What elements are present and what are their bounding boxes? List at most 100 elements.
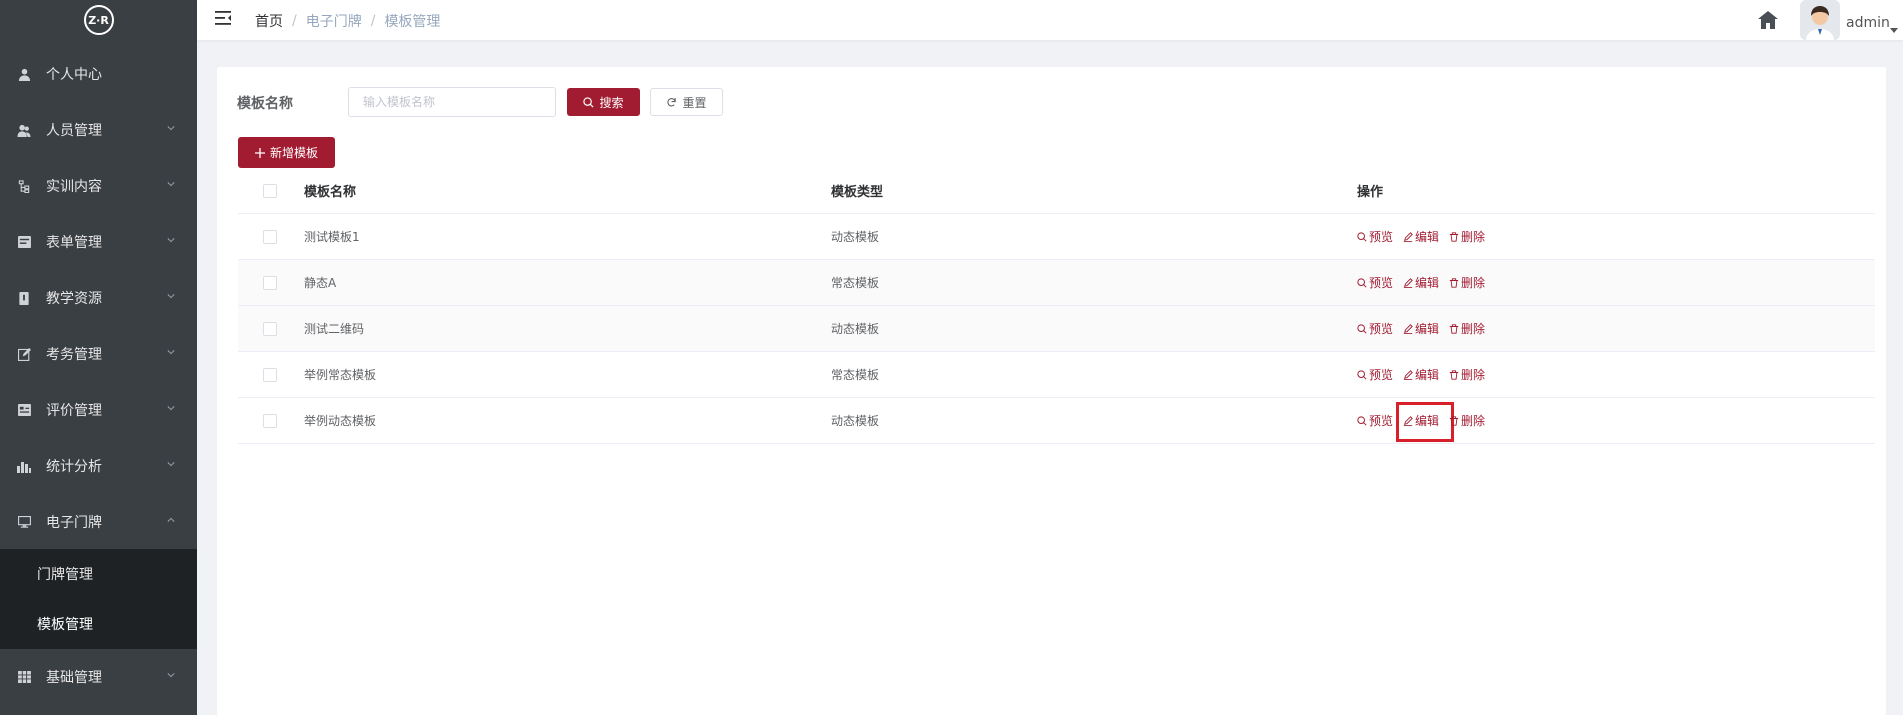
edit-icon xyxy=(1403,231,1413,242)
preview-label: 预览 xyxy=(1369,322,1394,336)
logo-icon: Z·R xyxy=(83,5,114,35)
sidebar-item-resources[interactable]: 教学资源 xyxy=(0,270,197,326)
row-checkbox[interactable] xyxy=(262,275,277,290)
sidebar-item-statistics[interactable]: 统计分析 xyxy=(0,438,197,494)
search-button-label: 搜索 xyxy=(599,95,624,110)
avatar[interactable] xyxy=(1800,0,1840,40)
home-icon[interactable] xyxy=(1757,10,1779,30)
submenu-item-label: 模板管理 xyxy=(37,617,93,633)
preview-label: 预览 xyxy=(1369,414,1394,428)
logo: Z·R xyxy=(0,0,197,40)
trash-icon xyxy=(1449,323,1459,334)
delete-label: 删除 xyxy=(1461,414,1486,428)
user-icon xyxy=(17,67,31,81)
table-row: 举例动态模板 动态模板 预览 编辑 删除 xyxy=(238,398,1875,444)
preview-button[interactable]: 预览 xyxy=(1357,412,1393,429)
sidebar-item-forms[interactable]: 表单管理 xyxy=(0,214,197,270)
reset-button[interactable]: 重置 xyxy=(650,88,723,116)
chevron-down-icon xyxy=(167,294,175,299)
submenu-item-template-management[interactable]: 模板管理 xyxy=(0,599,197,649)
caret-down-icon[interactable] xyxy=(1890,28,1898,33)
sidebar-item-label: 基础管理 xyxy=(46,670,102,686)
sidebar-item-evaluation[interactable]: 评价管理 xyxy=(0,382,197,438)
row-checkbox[interactable] xyxy=(262,367,277,382)
search-icon xyxy=(1357,369,1367,380)
delete-button[interactable]: 删除 xyxy=(1449,228,1485,245)
edit-icon xyxy=(1403,369,1413,380)
delete-button[interactable]: 删除 xyxy=(1449,366,1485,383)
search-icon xyxy=(1357,415,1367,426)
trash-icon xyxy=(1449,415,1459,426)
monitor-icon xyxy=(17,515,31,529)
search-button[interactable]: 搜索 xyxy=(567,88,640,116)
edit-label: 编辑 xyxy=(1415,276,1440,290)
sidebar-item-label: 表单管理 xyxy=(46,235,102,251)
sidebar-item-exams[interactable]: 考务管理 xyxy=(0,326,197,382)
breadcrumb-current: 模板管理 xyxy=(384,14,441,30)
sidebar-item-basic-management[interactable]: 基础管理 xyxy=(0,649,197,705)
add-template-label: 新增模板 xyxy=(269,146,318,160)
form-icon xyxy=(17,235,31,249)
template-name-cell: 测试二维码 xyxy=(304,322,365,336)
preview-label: 预览 xyxy=(1369,368,1394,382)
chevron-up-icon xyxy=(167,517,175,522)
edit-button[interactable]: 编辑 xyxy=(1396,402,1455,442)
column-header-type: 模板类型 xyxy=(831,185,884,200)
template-type-cell: 常态模板 xyxy=(831,276,880,290)
table-row: 测试二维码 动态模板 预览 编辑 删除 xyxy=(238,306,1875,352)
template-type-cell: 动态模板 xyxy=(831,414,880,428)
template-name-cell: 举例动态模板 xyxy=(304,414,377,428)
book-icon xyxy=(17,291,31,305)
sidebar-item-label: 实训内容 xyxy=(46,179,102,195)
sidebar-item-personnel[interactable]: 人员管理 xyxy=(0,102,197,158)
add-template-button[interactable]: 新增模板 xyxy=(238,137,335,168)
sidebar-item-label: 电子门牌 xyxy=(46,515,102,531)
menu-toggle-icon[interactable] xyxy=(215,11,231,25)
sidebar-item-e-doorplate[interactable]: 电子门牌 xyxy=(0,494,197,550)
submenu-item-doorplate-management[interactable]: 门牌管理 xyxy=(0,549,197,599)
search-icon xyxy=(583,96,594,108)
edit-button[interactable]: 编辑 xyxy=(1403,320,1439,337)
plus-icon xyxy=(254,147,265,158)
table-header: 模板名称 模板类型 操作 xyxy=(238,168,1875,214)
search-icon xyxy=(1357,323,1367,334)
edit-label: 编辑 xyxy=(1415,230,1440,244)
row-checkbox[interactable] xyxy=(262,321,277,336)
grid-icon xyxy=(17,670,31,684)
delete-button[interactable]: 删除 xyxy=(1449,412,1485,429)
sidebar-item-personal-center[interactable]: 个人中心 xyxy=(0,46,197,102)
sidebar: Z·R 个人中心 人员管理 实训内容 表单管理 教学资源 考务管理 评价管理 统… xyxy=(0,0,197,715)
preview-button[interactable]: 预览 xyxy=(1357,228,1393,245)
edit-button[interactable]: 编辑 xyxy=(1403,228,1439,245)
delete-button[interactable]: 删除 xyxy=(1449,320,1485,337)
row-checkbox[interactable] xyxy=(262,413,277,428)
sidebar-item-label: 评价管理 xyxy=(46,403,102,419)
breadcrumb-home[interactable]: 首页 xyxy=(255,11,283,31)
table-row: 测试模板1 动态模板 预览 编辑 删除 xyxy=(238,214,1875,260)
sidebar-item-training[interactable]: 实训内容 xyxy=(0,158,197,214)
template-table: 模板名称 模板类型 操作 测试模板1 动态模板 预览 编辑 删除 静态A 常态模… xyxy=(238,168,1875,444)
reset-button-label: 重置 xyxy=(682,95,707,110)
sidebar-item-label: 统计分析 xyxy=(46,459,102,475)
template-name-input[interactable] xyxy=(348,87,556,117)
row-checkbox[interactable] xyxy=(262,229,277,244)
select-all-checkbox[interactable] xyxy=(262,183,277,198)
preview-label: 预览 xyxy=(1369,230,1394,244)
rating-icon xyxy=(17,403,31,417)
sidebar-item-label: 教学资源 xyxy=(46,291,102,307)
preview-button[interactable]: 预览 xyxy=(1357,320,1393,337)
tree-icon xyxy=(17,179,31,193)
preview-button[interactable]: 预览 xyxy=(1357,366,1393,383)
username[interactable]: admin xyxy=(1846,15,1890,31)
template-type-cell: 常态模板 xyxy=(831,368,880,382)
column-header-name: 模板名称 xyxy=(304,185,357,200)
breadcrumb-separator: / xyxy=(292,13,297,29)
sidebar-item-label: 考务管理 xyxy=(46,347,102,363)
table-row: 举例常态模板 常态模板 预览 编辑 删除 xyxy=(238,352,1875,398)
delete-button[interactable]: 删除 xyxy=(1449,274,1485,291)
preview-button[interactable]: 预览 xyxy=(1357,274,1393,291)
chevron-down-icon xyxy=(167,462,175,467)
top-header: 首页 / 电子门牌 / 模板管理 admin xyxy=(197,0,1903,40)
edit-button[interactable]: 编辑 xyxy=(1403,274,1439,291)
edit-button[interactable]: 编辑 xyxy=(1403,366,1439,383)
